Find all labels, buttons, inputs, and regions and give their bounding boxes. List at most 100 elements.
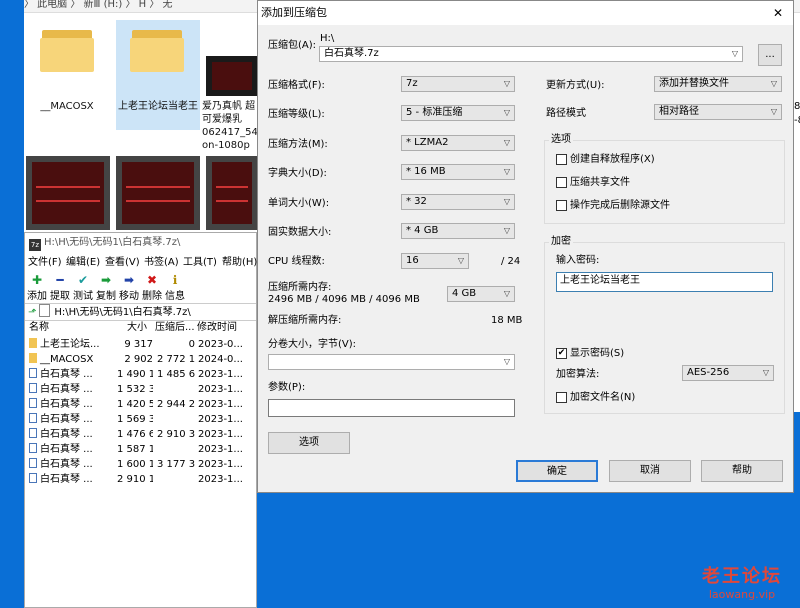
archive-label: 压缩包(A): (268, 40, 317, 51)
minus-icon: ━ (56, 273, 64, 287)
menu-edit[interactable]: 编辑(E) (66, 255, 100, 271)
cancel-button[interactable]: 取消 (609, 460, 691, 482)
table-row[interactable]: 白石真琴 ...2 910 1... 2023-1... (25, 472, 256, 487)
cell-modified: 2023-1... (198, 459, 243, 470)
cell-modified: 2023-1... (198, 369, 243, 380)
show-password-label[interactable]: 显示密码(S) (570, 347, 624, 361)
test-button[interactable]: ✔ 测试 (72, 273, 94, 302)
fm-menubar: 文件(F) 编辑(E) 查看(V) 书签(A) 工具(T) 帮助(H) (25, 255, 257, 271)
watermark-url: laowang.vip (708, 588, 776, 601)
menu-view[interactable]: 查看(V) (105, 255, 140, 271)
delete-after-checkbox[interactable] (556, 200, 567, 211)
sfx-label[interactable]: 创建自释放程序(X) (570, 153, 655, 167)
add-button[interactable]: ✚ 添加 (26, 273, 48, 302)
video-caption[interactable]: 爱乃真帆 超 可爱爆乳 062417_54 on-1080p (202, 100, 258, 152)
table-row[interactable]: 白石真琴 ...1 420 5... 2 944 2...2023-1... (25, 397, 256, 412)
delete-after-label[interactable]: 操作完成后删除源文件 (570, 199, 670, 213)
menu-tools[interactable]: 工具(T) (183, 255, 217, 271)
enc-method-label: 加密算法: (556, 369, 600, 380)
move-button[interactable]: ➡ 移动 (118, 273, 140, 302)
level-select[interactable]: 5 - 标准压缩 ▽ (401, 105, 515, 121)
dict-select[interactable]: * 16 MB ▽ (401, 164, 515, 180)
folder-label-laowang[interactable]: 上老王论坛当老王 (118, 100, 198, 113)
ok-button[interactable]: 确定 (516, 460, 598, 482)
chevron-down-icon: ▽ (503, 79, 510, 88)
table-row[interactable]: __MACOSX 2 902 2 772 1...2024-0... (25, 352, 256, 367)
cell-packed: 2 910 3... (157, 429, 195, 440)
format-select[interactable]: 7z ▽ (401, 76, 515, 92)
word-select[interactable]: * 32 ▽ (401, 194, 515, 210)
cell-name[interactable]: 白石真琴 ... (29, 367, 115, 382)
cell-size: 1 490 1... (117, 369, 153, 380)
table-row[interactable]: 白石真琴 ...1 476 6... 2 910 3...2023-1... (25, 427, 256, 442)
cell-name[interactable]: 白石真琴 ... (29, 472, 115, 487)
cell-name[interactable]: 白石真琴 ... (29, 382, 115, 397)
cell-name[interactable]: 上老王论坛... (29, 337, 115, 352)
help-button[interactable]: 帮助 (701, 460, 783, 482)
password-label: 输入密码: (556, 255, 600, 266)
folder-icon (29, 353, 37, 363)
mem-limit-select[interactable]: 4 GB ▽ (447, 286, 515, 302)
path-mode-select[interactable]: 相对路径 ▽ (654, 104, 782, 120)
table-row[interactable]: 白石真琴 ...1 490 1... 1 485 6...2023-1... (25, 367, 256, 382)
fm-address-bar[interactable]: ⬏ H:\H\无码\无码1\白石真琴.7z\ (25, 303, 256, 321)
fm-address-text[interactable]: H:\H\无码\无码1\白石真琴.7z\ (54, 307, 190, 318)
word-label: 单词大小(W): (268, 198, 330, 209)
cell-name[interactable]: __MACOSX (29, 352, 115, 367)
browse-button[interactable]: ... (758, 44, 782, 66)
col-modified[interactable]: 修改时间 (197, 321, 255, 335)
info-button[interactable]: ℹ 信息 (164, 273, 186, 302)
col-packed[interactable]: 压缩后... (155, 321, 195, 335)
menu-help[interactable]: 帮助(H) (222, 255, 257, 271)
table-row[interactable]: 白石真琴 ...1 600 1... 3 177 3...2023-1... (25, 457, 256, 472)
options-button[interactable]: 选项 (268, 432, 350, 454)
show-password-checkbox[interactable]: ✔ (556, 348, 567, 359)
threads-select[interactable]: 16 ▽ (401, 253, 469, 269)
copy-button[interactable]: ➡ 复制 (95, 273, 117, 302)
video-thumbnail[interactable] (116, 156, 200, 230)
menu-file[interactable]: 文件(F) (28, 255, 62, 271)
sfx-checkbox[interactable] (556, 154, 567, 165)
table-row[interactable]: 白石真琴 ...1 532 3... 2023-1... (25, 382, 256, 397)
cell-name[interactable]: 白石真琴 ... (29, 397, 115, 412)
update-select[interactable]: 添加并替换文件 ▽ (654, 76, 782, 92)
solid-select[interactable]: * 4 GB ▽ (401, 223, 515, 239)
table-row[interactable]: 上老王论坛... 9 317 0 2023-0... (25, 337, 256, 352)
video-thumbnail[interactable] (26, 156, 110, 230)
folder-label-macosx[interactable]: __MACOSX (24, 100, 110, 113)
up-arrow-icon[interactable]: ⬏ (28, 307, 36, 318)
encrypt-names-checkbox[interactable] (556, 392, 567, 403)
cell-modified: 2023-1... (198, 474, 243, 485)
cell-name[interactable]: 白石真琴 ... (29, 412, 115, 427)
video-thumbnail[interactable] (206, 156, 258, 230)
method-select[interactable]: * LZMA2 ▽ (401, 135, 515, 151)
cell-name[interactable]: 白石真琴 ... (29, 457, 115, 472)
table-row[interactable]: 白石真琴 ...1 569 3... 2023-1... (25, 412, 256, 427)
cell-packed: 2 944 2... (157, 399, 195, 410)
folder-icon[interactable] (128, 24, 186, 72)
encrypt-names-label[interactable]: 加密文件名(N) (570, 391, 635, 405)
password-input[interactable]: 上老王论坛当老王 (556, 272, 773, 292)
params-input[interactable] (268, 399, 515, 417)
menu-bookmarks[interactable]: 书签(A) (144, 255, 179, 271)
plus-icon: ✚ (31, 273, 43, 287)
archive-name-combo[interactable]: 白石真琴.7z ▽ (319, 46, 743, 62)
folder-icon[interactable] (38, 24, 96, 72)
col-size[interactable]: 大小 (123, 321, 147, 335)
file-icon (29, 458, 37, 468)
split-combo[interactable]: ▽ (268, 354, 515, 370)
col-name[interactable]: 名称 (29, 321, 49, 335)
close-icon[interactable]: ✕ (773, 1, 783, 25)
level-label: 压缩等级(L): (268, 109, 325, 120)
table-row[interactable]: 白石真琴 ...1 587 1... 2023-1... (25, 442, 256, 457)
cell-name[interactable]: 白石真琴 ... (29, 442, 115, 457)
shared-checkbox[interactable] (556, 177, 567, 188)
copy-arrow-icon: ➡ (100, 273, 112, 287)
extract-button[interactable]: ━ 提取 (49, 273, 71, 302)
enc-method-select[interactable]: AES-256 ▽ (682, 365, 774, 381)
chevron-down-icon: ▽ (503, 167, 510, 176)
video-thumbnail[interactable] (206, 56, 258, 96)
shared-label[interactable]: 压缩共享文件 (570, 176, 630, 190)
delete-button[interactable]: ✖ 删除 (141, 273, 163, 302)
cell-name[interactable]: 白石真琴 ... (29, 427, 115, 442)
